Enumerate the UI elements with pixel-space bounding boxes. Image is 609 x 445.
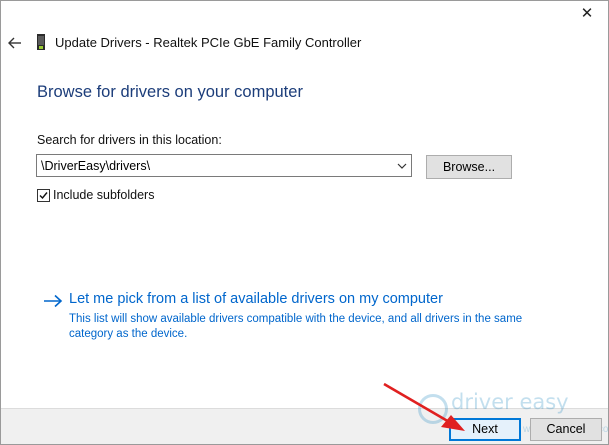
back-arrow-icon — [8, 37, 21, 49]
right-arrow-icon[interactable] — [43, 294, 63, 308]
checkmark-icon — [39, 192, 48, 200]
include-subfolders-checkbox[interactable] — [37, 189, 50, 202]
search-location-input[interactable] — [37, 155, 387, 176]
cancel-button[interactable]: Cancel — [530, 418, 602, 441]
network-adapter-icon — [36, 34, 46, 50]
search-location-combobox[interactable] — [36, 154, 412, 177]
window-title: Update Drivers - Realtek PCIe GbE Family… — [55, 35, 362, 50]
pick-from-list-description: This list will show available drivers co… — [69, 313, 523, 340]
next-button[interactable]: Next — [449, 418, 521, 441]
page-heading: Browse for drivers on your computer — [37, 83, 303, 101]
chevron-down-icon[interactable] — [396, 160, 408, 172]
pick-from-list-link[interactable]: Let me pick from a list of available dri… — [69, 291, 443, 307]
browse-button[interactable]: Browse... — [426, 155, 512, 179]
close-icon: ✕ — [580, 5, 594, 22]
search-location-label: Search for drivers in this location: — [37, 133, 222, 147]
update-drivers-window: ✕ Update Drivers - Realtek PCIe GbE Fami… — [0, 0, 609, 445]
include-subfolders-label[interactable]: Include subfolders — [53, 188, 154, 202]
close-button[interactable]: ✕ — [576, 3, 598, 25]
back-button[interactable] — [6, 34, 24, 52]
